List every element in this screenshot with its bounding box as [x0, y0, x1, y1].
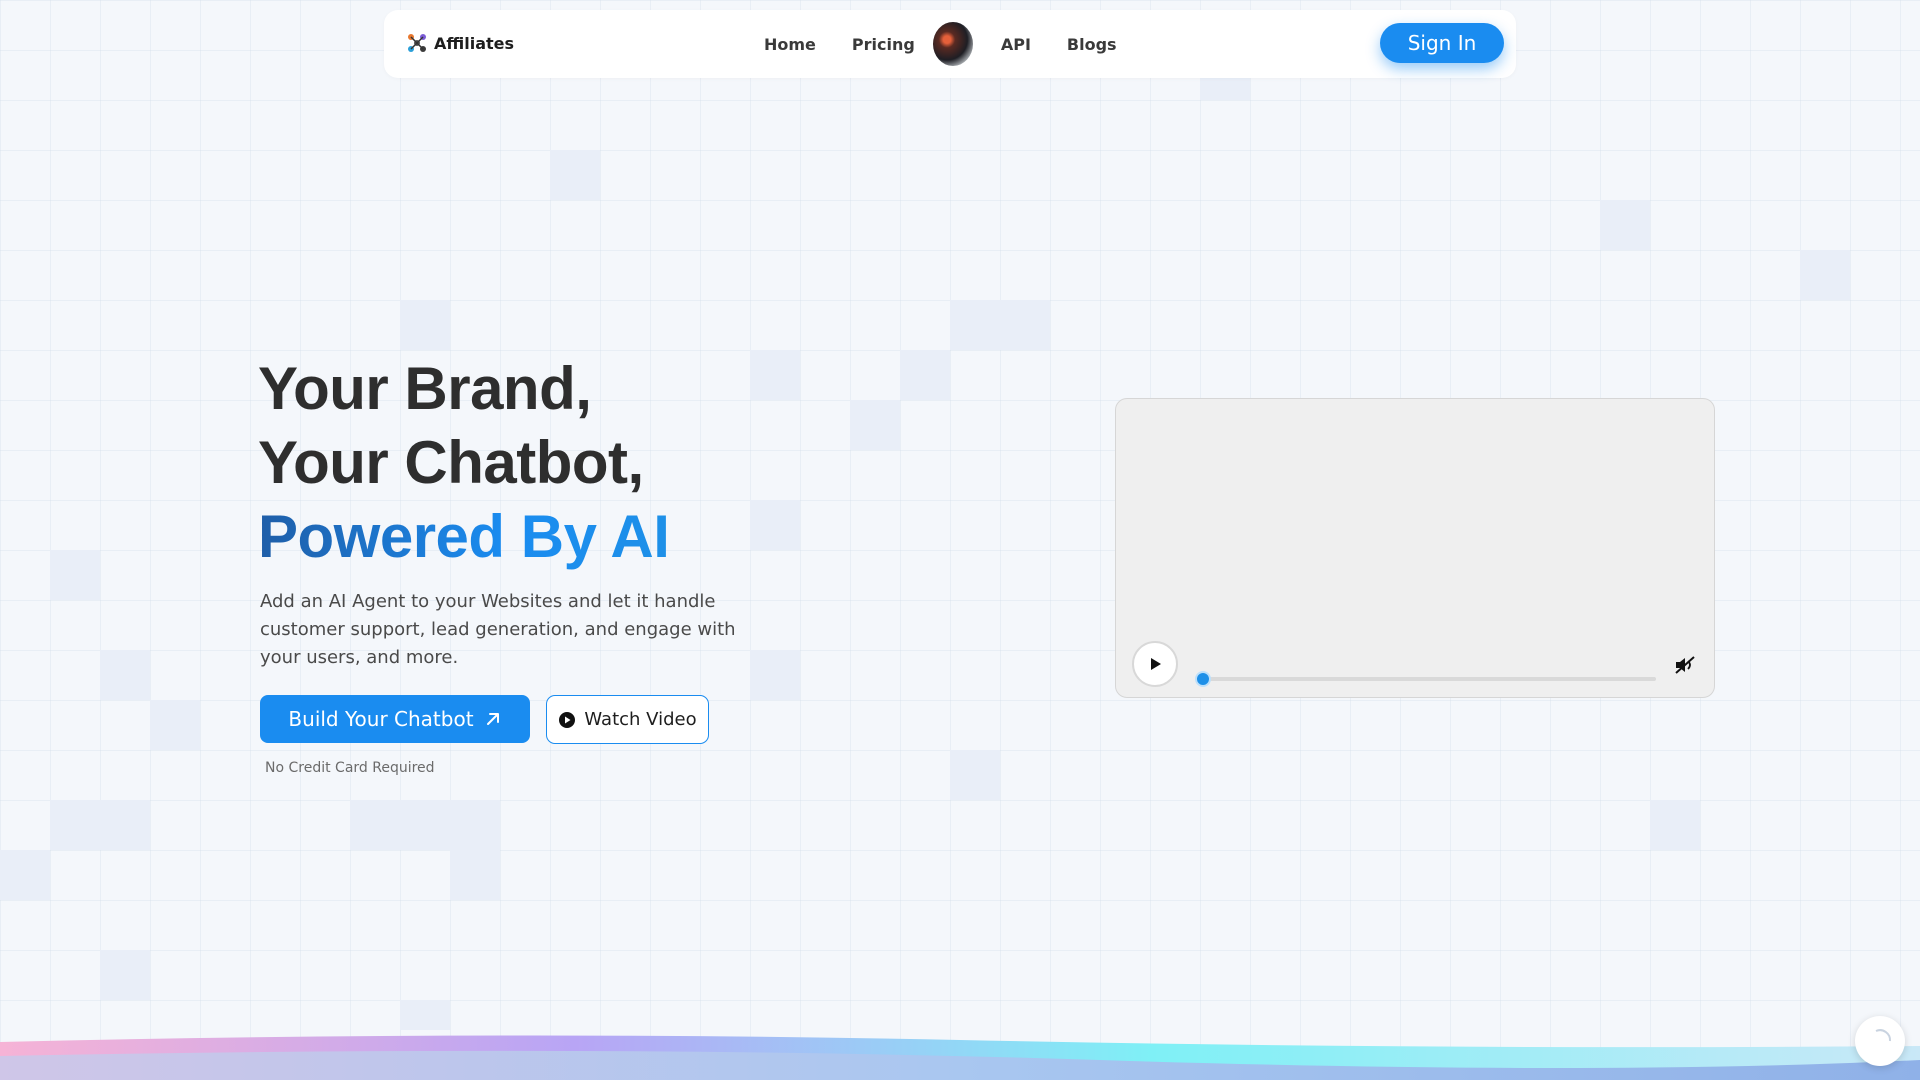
- chat-widget-icon: [1875, 1029, 1892, 1042]
- video-play-button[interactable]: [1132, 641, 1178, 687]
- mute-icon[interactable]: [1674, 655, 1696, 675]
- top-navbar: Affiliates Home Pricing API Blogs Sign I…: [384, 10, 1516, 78]
- chat-widget-button[interactable]: [1855, 1016, 1905, 1066]
- hero-description: Add an AI Agent to your Websites and let…: [260, 591, 736, 668]
- no-credit-card-note: No Credit Card Required: [265, 760, 435, 776]
- sign-in-button[interactable]: Sign In: [1380, 23, 1504, 63]
- play-icon: [1151, 658, 1161, 670]
- watch-video-label: Watch Video: [584, 709, 697, 730]
- brand[interactable]: Affiliates: [406, 32, 514, 54]
- arrow-up-right-icon: [486, 713, 499, 725]
- nav-link-blogs[interactable]: Blogs: [1067, 35, 1117, 54]
- video-progress-handle[interactable]: [1195, 671, 1211, 687]
- video-player[interactable]: [1115, 398, 1715, 698]
- nav-links: Home Pricing API Blogs: [764, 10, 1153, 78]
- build-chatbot-label: Build Your Chatbot: [288, 707, 474, 731]
- hero-title: Your Brand, Your Chatbot, Powered By AI: [258, 352, 670, 574]
- avatar-icon[interactable]: [932, 22, 973, 66]
- nav-link-home[interactable]: Home: [764, 35, 816, 54]
- watch-video-button[interactable]: Watch Video: [546, 695, 709, 744]
- nav-link-pricing[interactable]: Pricing: [852, 35, 915, 54]
- bottom-wave-decoration: [0, 1035, 1920, 1080]
- brand-logo-icon: [408, 34, 426, 52]
- nav-link-api[interactable]: API: [1001, 35, 1031, 54]
- play-circle-icon: [559, 711, 576, 728]
- hero-title-line-1: Your Brand,: [258, 355, 592, 422]
- hero-title-line-3: Powered By AI: [258, 500, 670, 574]
- hero-title-line-2: Your Chatbot,: [258, 429, 644, 496]
- brand-name: Affiliates: [434, 33, 515, 53]
- build-chatbot-button[interactable]: Build Your Chatbot: [260, 695, 530, 743]
- video-progress-track[interactable]: [1198, 677, 1656, 681]
